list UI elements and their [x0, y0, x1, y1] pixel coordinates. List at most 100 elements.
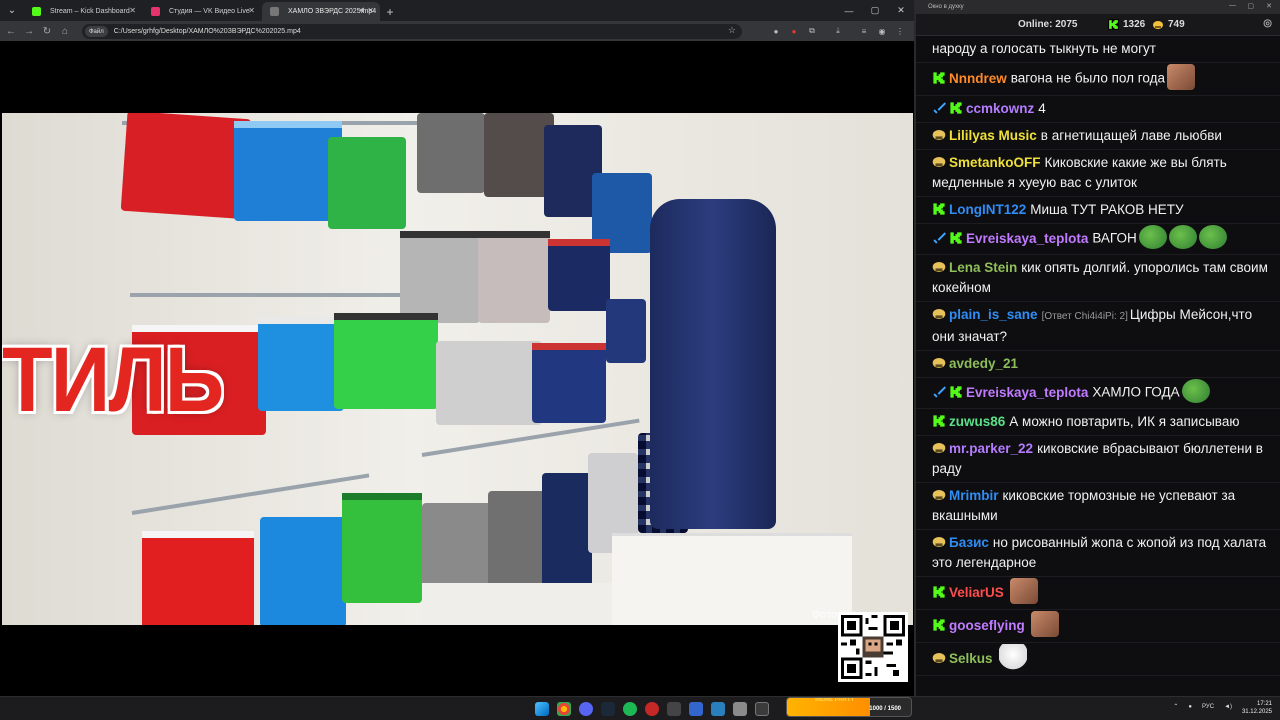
microphone-icon[interactable]: ● [1188, 704, 1192, 710]
file-chip[interactable]: Файл [85, 26, 108, 37]
app-red-icon[interactable] [645, 702, 659, 716]
chat-username[interactable]: plain_is_sane [949, 307, 1038, 322]
menu-kebab-icon[interactable]: ⋮ [894, 25, 906, 37]
close-icon[interactable]: ✕ [129, 6, 136, 15]
kick-badge-icon [933, 72, 945, 84]
chat-username[interactable]: Lililyas Music [949, 128, 1037, 143]
forward-button[interactable]: → [20, 21, 38, 41]
address-bar[interactable]: Файл C:/Users/grhfg/Desktop/ХАМЛО%20ЗВЭР… [82, 24, 742, 39]
tray-overflow-icon[interactable]: ⌃ [1173, 703, 1178, 710]
app-dark-icon[interactable] [755, 702, 769, 716]
kick-badge-icon [933, 415, 945, 428]
chat-stats-bar: Online: 2075 1326 749 ◎ [916, 14, 1280, 36]
browser-window: ⌄ Stream – Kick Dashboard ✕ Студия — VK … [0, 0, 914, 696]
vk-badge-icon [932, 130, 946, 141]
sword-badge-icon [933, 386, 946, 398]
media-player-icon[interactable] [689, 702, 703, 716]
vk-badge-icon [932, 309, 946, 320]
kick-logo-icon [1108, 19, 1119, 30]
underwear-navy [548, 239, 610, 311]
chat-window: Окно в духку — ▢ ✕ Online: 2075 1326 749… [914, 0, 1280, 696]
chat-username[interactable]: Mrimbir [949, 488, 999, 503]
underwear-green [342, 493, 422, 603]
chat-settings-icon[interactable]: ◎ [1263, 18, 1272, 29]
chat-username[interactable]: zuwus86 [949, 414, 1005, 429]
record-extension-icon[interactable]: ● [788, 25, 800, 37]
chat-username[interactable]: avdedy_21 [949, 356, 1018, 371]
underwear-pinkish [478, 231, 550, 323]
chat-message-text: Миша ТУТ РАКОВ НЕТУ [1030, 202, 1184, 217]
profile-icon[interactable]: ◉ [876, 25, 888, 37]
url-text: C:/Users/grhfg/Desktop/ХАМЛО%20ЗВЭРДС%20… [113, 28, 301, 35]
tab-kick-dashboard[interactable]: Stream – Kick Dashboard ✕ [24, 2, 142, 21]
chat-username[interactable]: gooseflying [949, 618, 1025, 633]
start-menu-icon[interactable] [535, 702, 549, 716]
chat-username[interactable]: Evreiskaya_teplota [966, 231, 1088, 246]
underwear-navy [606, 299, 646, 363]
navy-bathrobe [650, 199, 776, 529]
tab-video-file[interactable]: ХАМЛО ЗВЭРДС 2025.mp4 ◀ ✕ [262, 2, 380, 21]
discord-icon[interactable] [579, 702, 593, 716]
clock[interactable]: 17:21 31.12.2025 [1242, 700, 1272, 716]
steam-icon[interactable] [601, 702, 615, 716]
close-icon[interactable]: ✕ [367, 6, 374, 15]
vk-badge-icon [932, 537, 946, 548]
chat-username[interactable]: SmetankoOFF [949, 155, 1041, 170]
vk-badge-icon [932, 443, 946, 454]
chat-message-text: вагона не было пол года [1010, 70, 1165, 86]
chrome-icon[interactable] [557, 702, 571, 716]
hanger-rail [130, 293, 430, 297]
chat-username[interactable]: Базис [949, 535, 989, 550]
back-button[interactable]: ← [2, 21, 20, 41]
volume-icon[interactable]: ◄) [1224, 704, 1232, 710]
app-blue-icon[interactable] [711, 702, 725, 716]
sword-badge-icon [933, 102, 946, 115]
bookmark-star-icon[interactable]: ☆ [728, 25, 736, 36]
chat-message-list[interactable]: народу а голосать тыкнуть не могут Nnndre… [916, 36, 1280, 696]
chat-message: mr.parker_22 киковские вбрасывают бюллете… [916, 436, 1280, 483]
chat-message: Evreiskaya_teplota ВАГОН [916, 224, 1280, 255]
pepe-emote-icon [1168, 225, 1197, 249]
obs-icon[interactable] [667, 702, 681, 716]
chat-message: народу а голосать тыкнуть не могут [916, 36, 1280, 63]
pants-navy [542, 473, 592, 599]
chat-username[interactable]: Selkus [949, 651, 993, 666]
chat-username[interactable]: VeliarUS [949, 585, 1004, 600]
qr-code [838, 612, 908, 682]
chat-message: avdedy_21 [916, 351, 1280, 378]
app-grey-icon[interactable] [733, 702, 747, 716]
home-button[interactable]: ⌂ [56, 21, 74, 41]
extension-icon[interactable]: ● [770, 25, 782, 37]
chat-username[interactable]: LongINT122 [949, 202, 1026, 217]
kick-badge-icon [950, 386, 962, 398]
vk-badge-icon [932, 262, 946, 273]
keyboard-language[interactable]: РУС [1202, 704, 1214, 710]
download-icon[interactable]: ⤓ [832, 25, 844, 37]
chat-username[interactable]: ccmkownz [966, 101, 1034, 116]
pepe-emote-icon [1138, 225, 1167, 249]
speaker-icon[interactable]: ◀ [359, 6, 364, 14]
minimize-button[interactable]: — [836, 0, 862, 21]
window-close-button[interactable]: ✕ [1266, 2, 1272, 10]
vk-crown-icon [1153, 21, 1163, 29]
tab-vk-studio[interactable]: Студия — VK Видео Live ✕ [143, 2, 261, 21]
chat-username[interactable]: Nnndrew [949, 71, 1007, 86]
maximize-button[interactable]: ▢ [862, 0, 888, 21]
minimize-button[interactable]: — [1229, 2, 1236, 9]
window-close-button[interactable]: ✕ [888, 0, 914, 21]
video-player[interactable]: ТИЛЬ Фото: tut-magaz.ru [2, 113, 913, 625]
reading-list-icon[interactable]: ≡ [858, 25, 870, 37]
reload-button[interactable]: ↻ [38, 21, 56, 41]
new-tab-button[interactable]: + [381, 2, 399, 21]
tab-search-icon[interactable]: ⌄ [0, 0, 24, 21]
chat-username[interactable]: Evreiskaya_teplota [966, 385, 1088, 400]
spotify-icon[interactable] [623, 702, 637, 716]
chat-username[interactable]: Lena Stein [949, 260, 1017, 275]
close-icon[interactable]: ✕ [248, 6, 255, 15]
chat-username[interactable]: mr.parker_22 [949, 441, 1033, 456]
extensions-puzzle-icon[interactable]: ⧉ [806, 25, 818, 37]
tab-bar: ⌄ Stream – Kick Dashboard ✕ Студия — VK … [0, 0, 914, 21]
face-emote-icon [1030, 611, 1059, 637]
kick-badge-icon [933, 203, 945, 216]
maximize-button[interactable]: ▢ [1247, 2, 1254, 10]
